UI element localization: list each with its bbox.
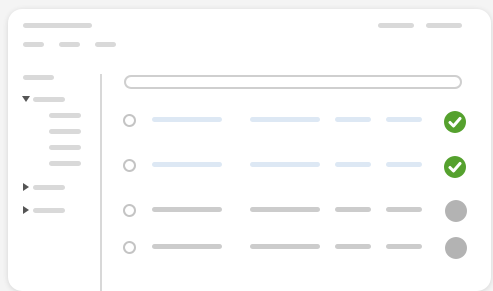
row-cell — [335, 162, 371, 167]
check-icon — [444, 111, 466, 133]
sidebar-child-item[interactable] — [49, 145, 81, 150]
sidebar-child-item[interactable] — [49, 113, 81, 118]
pending-dot-icon — [445, 200, 467, 222]
row-cell — [250, 162, 320, 167]
row-cell — [335, 207, 371, 212]
caret-right-icon[interactable] — [23, 183, 29, 191]
app-window — [8, 9, 491, 291]
row-cell — [250, 207, 320, 212]
pending-dot-icon — [445, 237, 467, 259]
row-cell — [152, 117, 222, 122]
row-cell — [152, 162, 222, 167]
row-cell — [386, 117, 422, 122]
row-cell — [335, 244, 371, 249]
header-action-2[interactable] — [426, 23, 462, 28]
row-cell — [250, 117, 320, 122]
sidebar-child-item[interactable] — [49, 129, 81, 134]
row-cell — [152, 244, 222, 249]
app-title-placeholder — [23, 23, 92, 28]
sidebar-group-label[interactable] — [33, 208, 65, 213]
check-icon — [444, 156, 466, 178]
sidebar-group-label[interactable] — [33, 185, 65, 190]
row-cell — [386, 162, 422, 167]
row-cell — [152, 207, 222, 212]
sidebar-child-item[interactable] — [49, 161, 81, 166]
search-input[interactable] — [124, 75, 462, 89]
sidebar-group-label[interactable] — [33, 97, 65, 102]
sidebar-divider — [100, 74, 102, 291]
row-select-radio[interactable] — [123, 204, 136, 217]
row-select-radio[interactable] — [123, 241, 136, 254]
caret-down-icon[interactable] — [22, 96, 30, 102]
row-select-radio[interactable] — [123, 159, 136, 172]
caret-right-icon[interactable] — [23, 206, 29, 214]
header-action-1[interactable] — [378, 23, 414, 28]
row-cell — [386, 244, 422, 249]
nav-tab-2[interactable] — [59, 42, 80, 47]
row-cell — [386, 207, 422, 212]
nav-tab-1[interactable] — [23, 42, 44, 47]
nav-tab-3[interactable] — [95, 42, 116, 47]
row-cell — [250, 244, 320, 249]
row-cell — [335, 117, 371, 122]
row-select-radio[interactable] — [123, 114, 136, 127]
sidebar-heading — [23, 75, 54, 80]
